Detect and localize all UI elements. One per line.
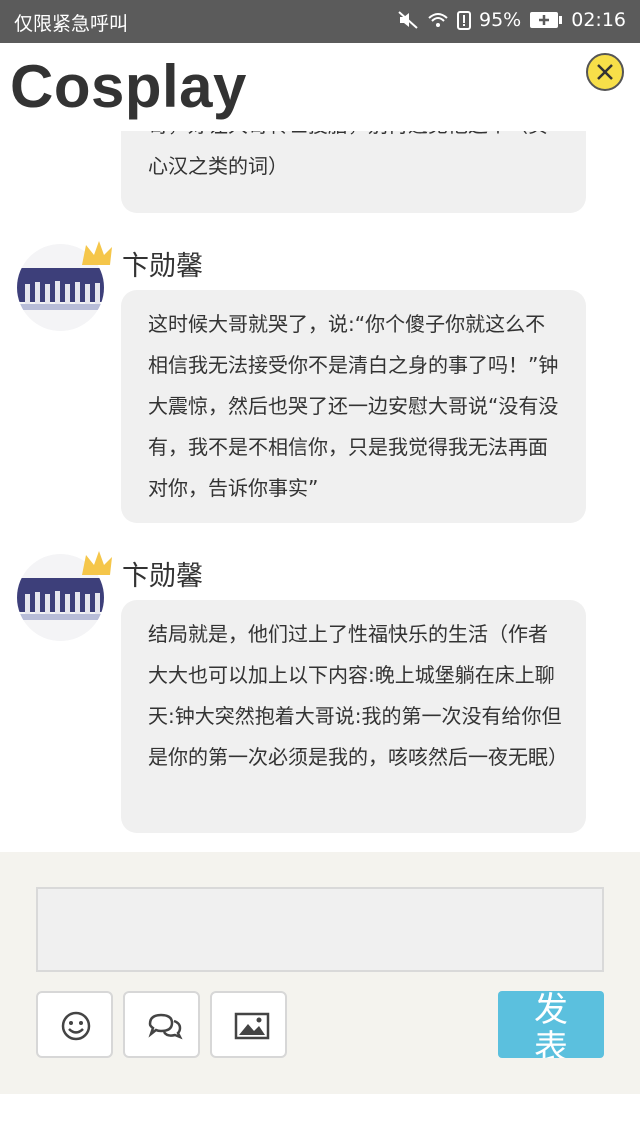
composer: 发表 (0, 852, 640, 1094)
image-icon (234, 1012, 270, 1040)
emoji-icon (61, 1011, 91, 1041)
message-bubble: 结局就是，他们过上了性福快乐的生活（作者大大也可以加上以下内容:晚上城堡躺在床上… (121, 600, 586, 833)
send-button[interactable]: 发表 (498, 991, 604, 1058)
message-feed[interactable]: 哥，好让大哥转世投胎，别再遇见他这个（负心汉之类的词） 卞勋馨 这时候大哥就哭了… (0, 131, 640, 849)
message-text: 哥，好让大哥转世投胎，别再遇见他这个（负心汉之类的词） (148, 131, 548, 178)
image-button[interactable] (210, 991, 287, 1058)
comment-input[interactable] (36, 887, 604, 972)
emoji-button[interactable] (36, 991, 113, 1058)
wifi-icon (428, 13, 448, 27)
close-icon (597, 64, 613, 80)
close-button[interactable] (586, 53, 624, 91)
page-title: Cosplay (10, 53, 247, 120)
battery-alert-icon (457, 11, 471, 30)
mute-icon (398, 11, 418, 29)
chat-button[interactable] (123, 991, 200, 1058)
clock: 02:16 (571, 9, 626, 31)
message-text: 结局就是，他们过上了性福快乐的生活（作者大大也可以加上以下内容:晚上城堡躺在床上… (148, 622, 568, 769)
battery-percent: 95% (479, 9, 522, 31)
status-icons: 95% 02:16 (397, 9, 626, 31)
chat-bubbles-icon (148, 1013, 183, 1040)
crown-icon (82, 241, 112, 265)
message-bubble: 这时候大哥就哭了，说:“你个傻子你就这么不相信我无法接受你不是清白之身的事了吗！… (121, 290, 586, 523)
author-name[interactable]: 卞勋馨 (122, 554, 203, 593)
carrier-text: 仅限紧急呼叫 (14, 13, 129, 35)
battery-icon (530, 12, 563, 28)
page-header: Cosplay (0, 43, 640, 131)
message-bubble: 哥，好让大哥转世投胎，别再遇见他这个（负心汉之类的词） (121, 131, 586, 213)
author-name[interactable]: 卞勋馨 (122, 244, 203, 283)
crown-icon (82, 551, 112, 575)
status-bar: 仅限紧急呼叫 95% 02:16 (0, 0, 640, 43)
message-text: 这时候大哥就哭了，说:“你个傻子你就这么不相信我无法接受你不是清白之身的事了吗！… (148, 312, 559, 500)
